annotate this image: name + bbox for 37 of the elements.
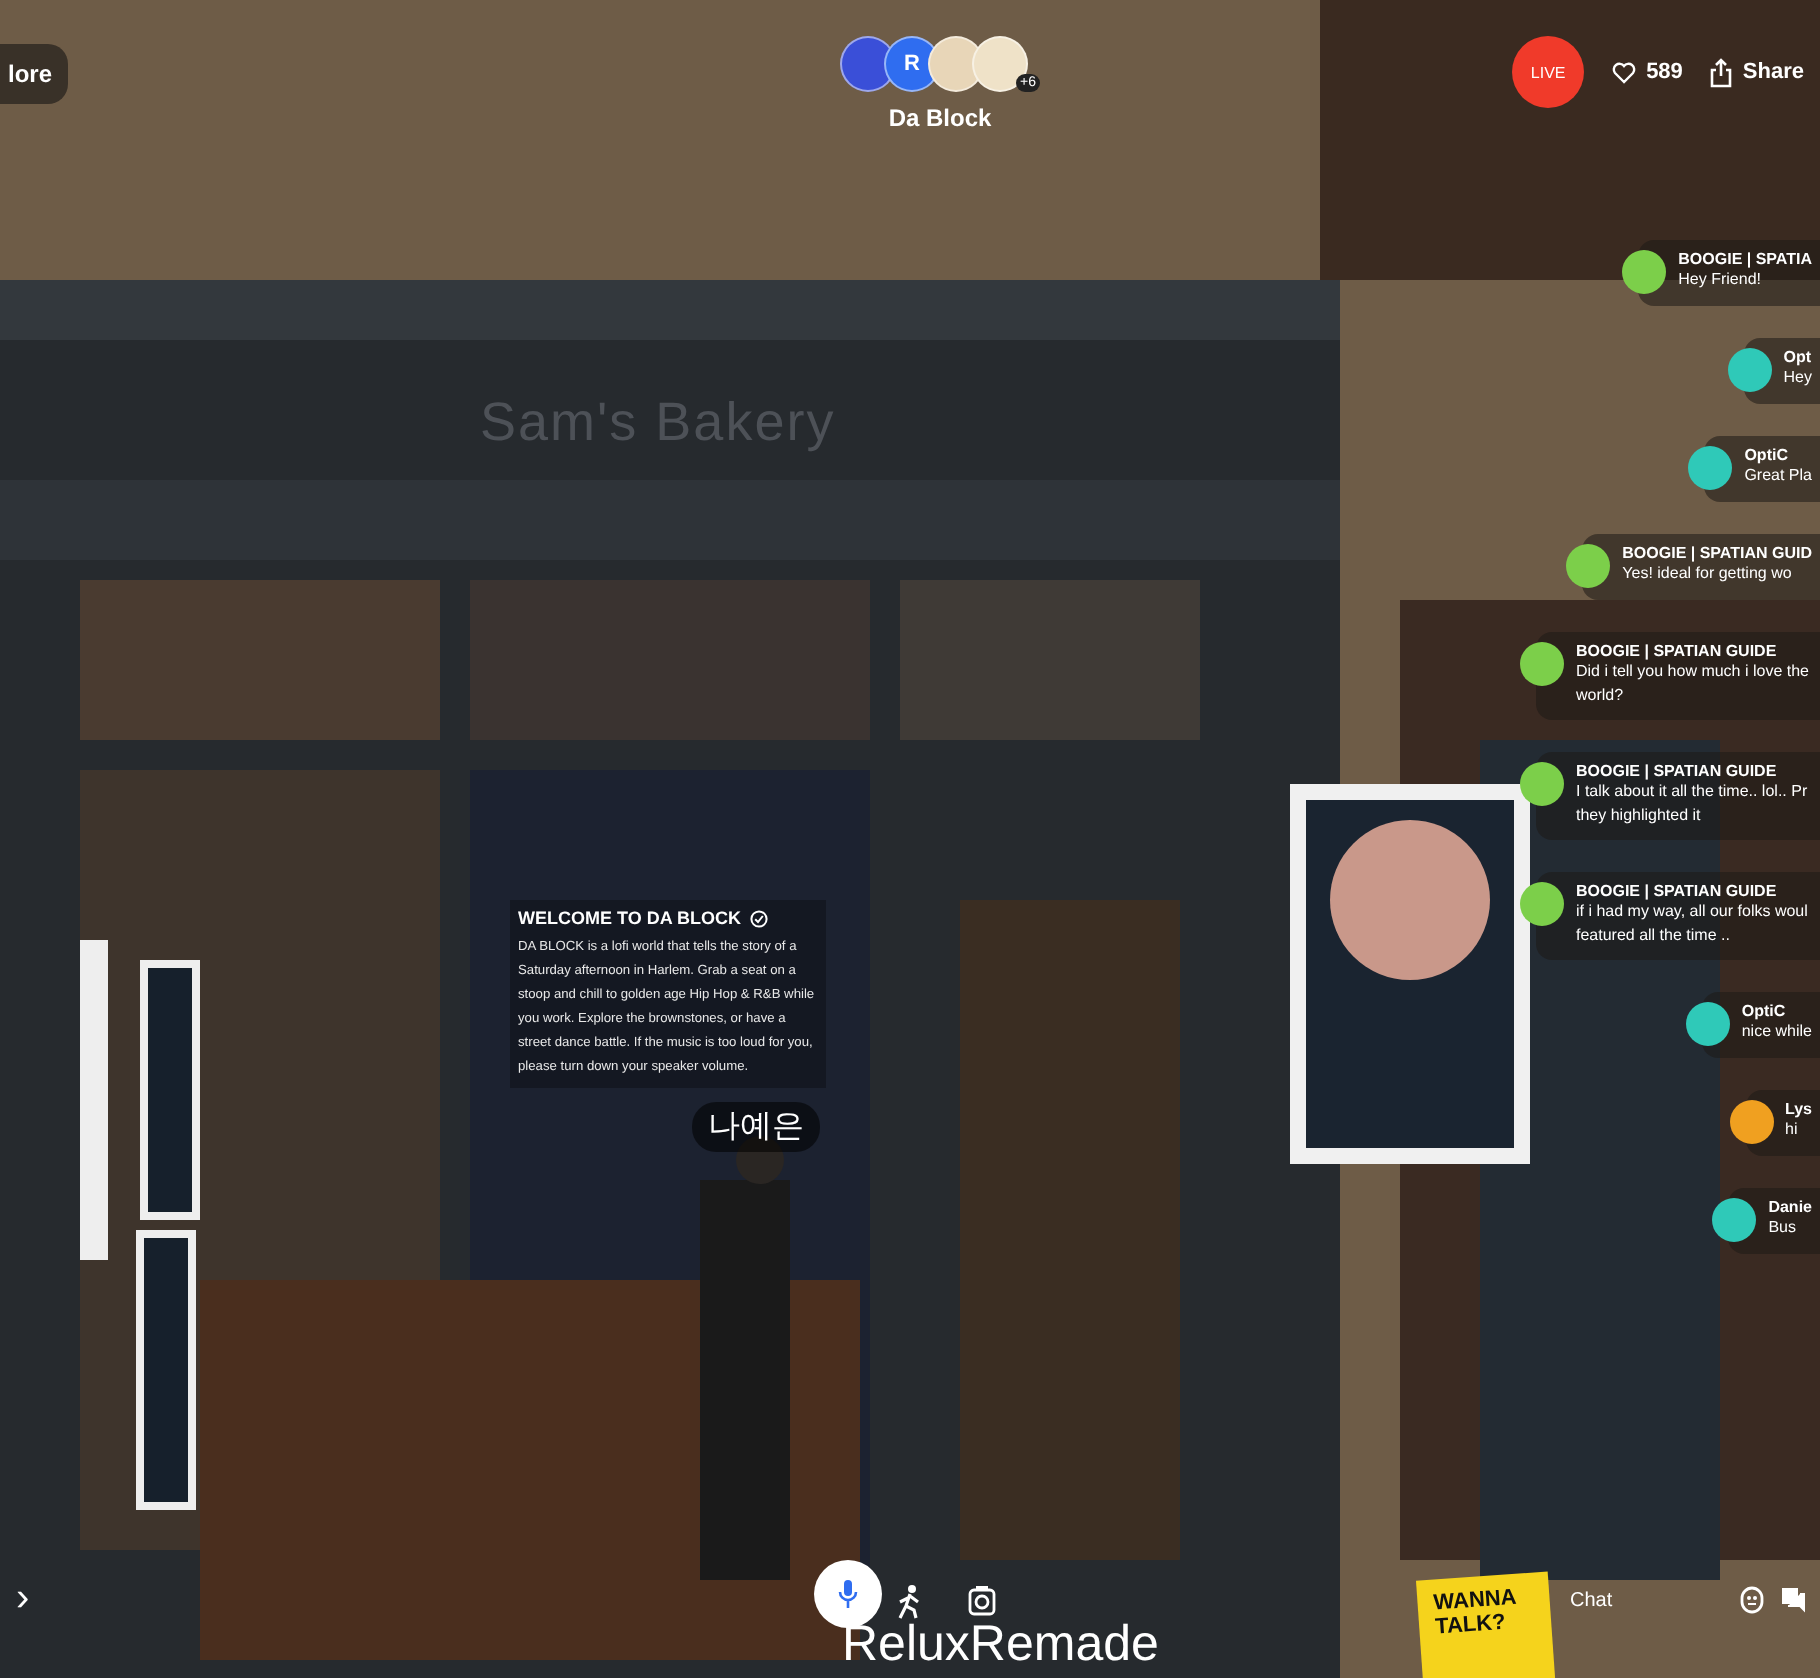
chat-label: Chat xyxy=(1570,1590,1613,1612)
room-title: Da Block xyxy=(888,104,992,132)
message-text: Did i tell you how much i love the world? xyxy=(1576,660,1811,708)
message-author: Danie xyxy=(1768,1198,1812,1216)
message-text: Great Pla xyxy=(1744,464,1812,488)
expand-button[interactable]: › xyxy=(16,1576,30,1622)
avatar-name-tag: ReluxRemade xyxy=(842,1616,1159,1674)
person-walking-icon[interactable] xyxy=(896,1584,924,1620)
message-author: BOOGIE | SPATIAN GUIDE xyxy=(1576,762,1779,780)
message-text: I talk about it all the time.. lol.. Pr they highlighted it xyxy=(1576,780,1810,828)
message-author: OptiC xyxy=(1744,446,1790,464)
heart-icon[interactable] xyxy=(1612,61,1637,83)
message-author: BOOGIE | SPATIAN GUIDE xyxy=(1576,882,1779,900)
message-text: Hey Friend! xyxy=(1678,268,1764,292)
smiley-icon[interactable] xyxy=(1740,1586,1764,1614)
microphone-icon[interactable] xyxy=(838,1578,858,1610)
message-text: Yes! ideal for getting wo xyxy=(1622,562,1794,586)
message-author: BOOGIE | SPATIA xyxy=(1678,250,1812,268)
share-button[interactable]: Share xyxy=(1710,57,1804,87)
message-author: BOOGIE | SPATIAN GUID xyxy=(1622,544,1812,562)
message-text: if i had my way, all our folks woul featured all the time .. xyxy=(1576,900,1810,948)
message-text: hi xyxy=(1785,1118,1800,1142)
message-text: Bus xyxy=(1768,1216,1798,1240)
message-author: Opt xyxy=(1783,348,1812,366)
more-button[interactable]: lore xyxy=(0,44,69,104)
message-author: BOOGIE | SPATIAN GUIDE xyxy=(1576,642,1779,660)
camera-icon[interactable] xyxy=(968,1584,996,1616)
message-author: OptiC xyxy=(1741,1002,1788,1020)
like-count: 589 xyxy=(1646,60,1683,84)
avatar-name-tag: 나예은 xyxy=(692,1102,820,1152)
message-text: nice while xyxy=(1741,1020,1812,1044)
share-icon[interactable] xyxy=(1710,57,1733,87)
message-author: Lys xyxy=(1785,1100,1812,1118)
chat-bubbles-icon[interactable] xyxy=(1780,1586,1806,1614)
message-text: Hey xyxy=(1783,366,1812,390)
welcome-title: WELCOME TO DA BLOCK xyxy=(518,908,741,928)
verified-icon xyxy=(749,909,767,927)
